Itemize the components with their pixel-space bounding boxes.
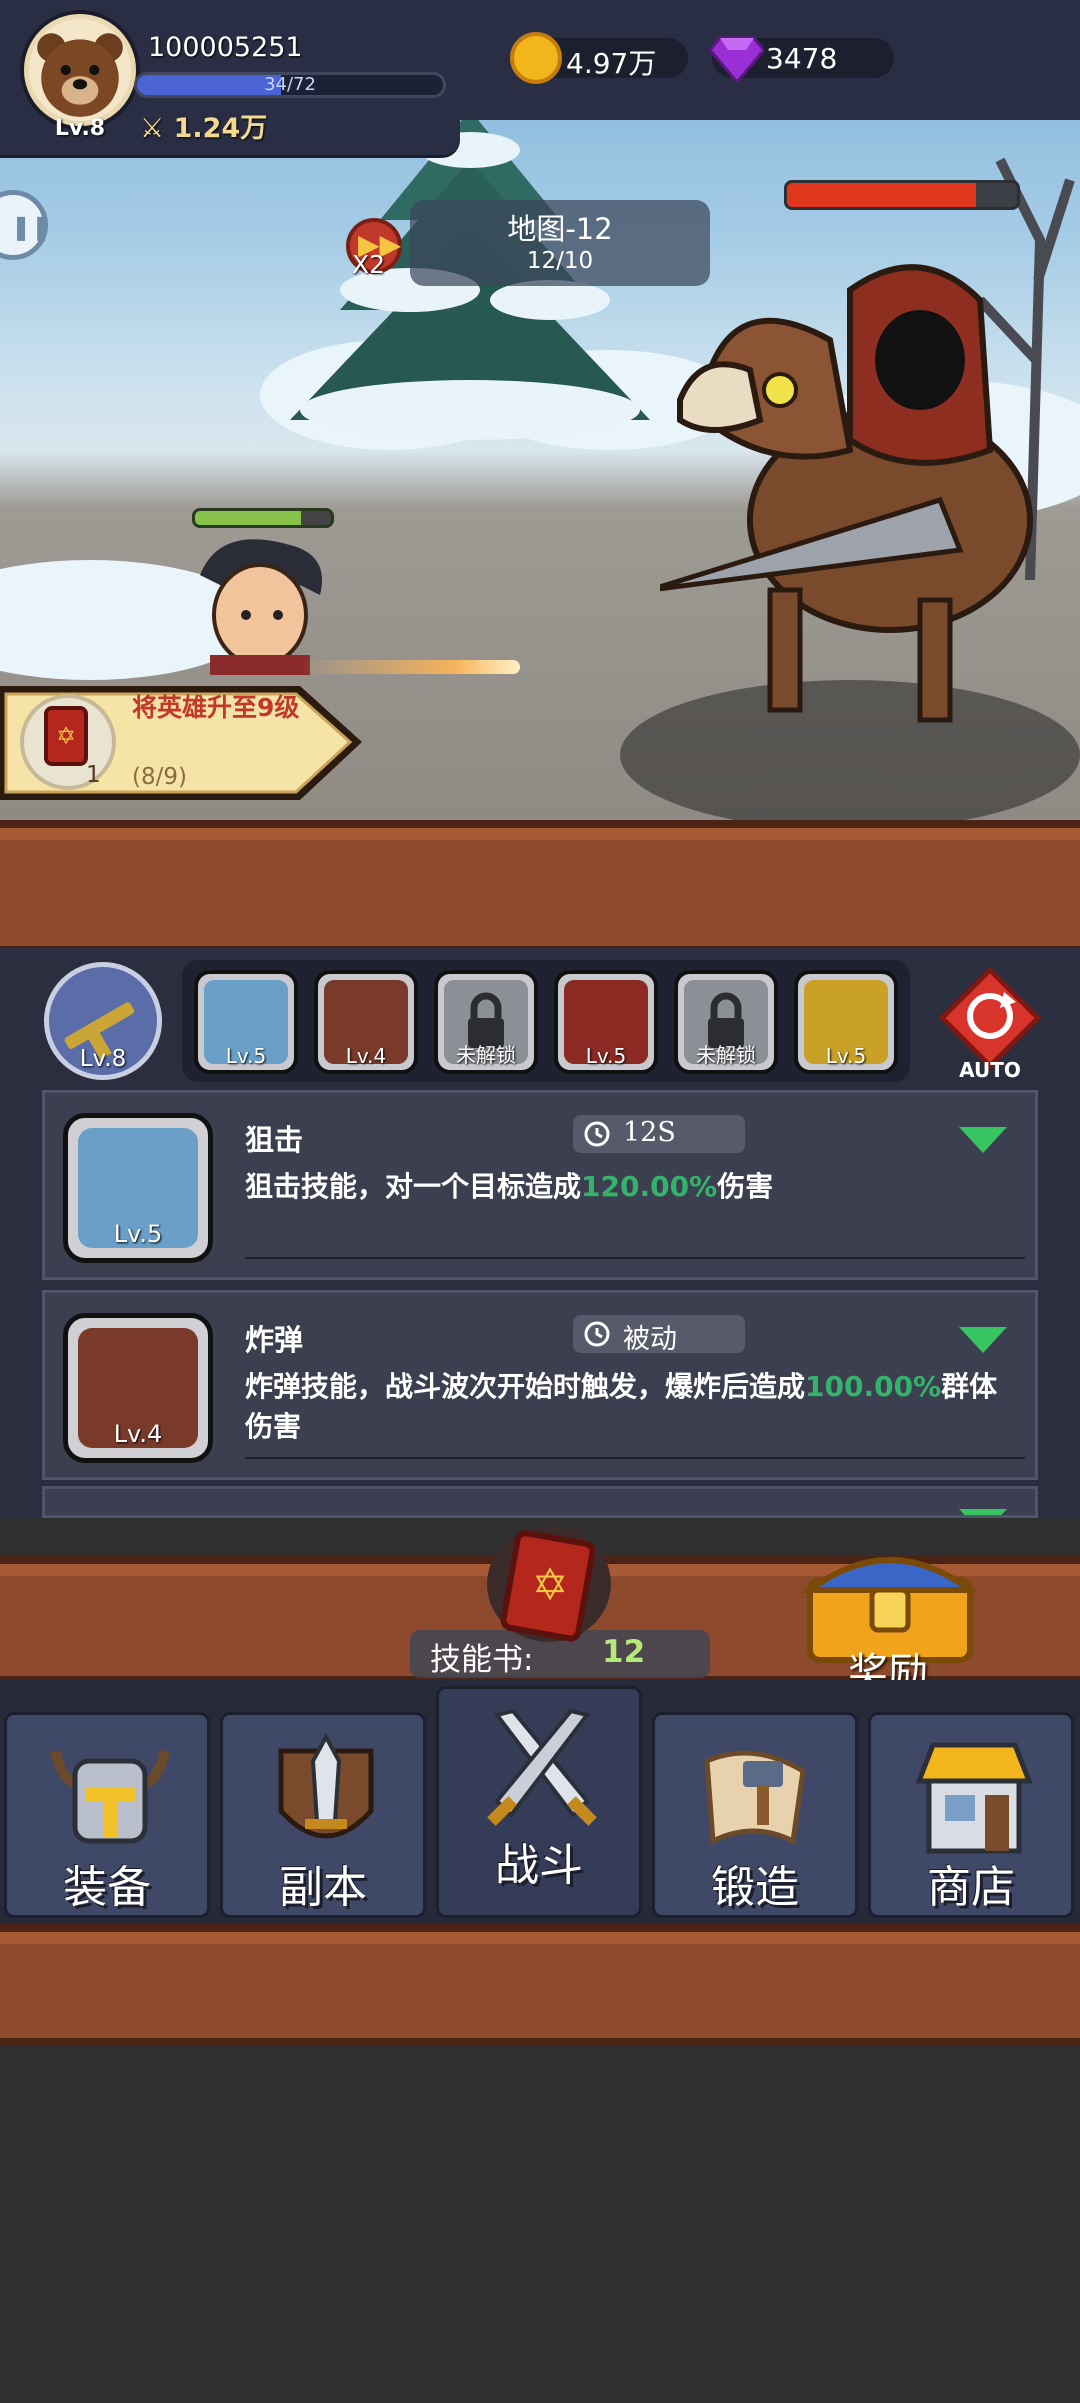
skill-level: Lv.4 <box>113 1420 163 1448</box>
quest-reward-count: 1 <box>86 762 101 788</box>
wood-divider <box>0 1924 1080 2046</box>
skill-card[interactable] <box>42 1486 1038 1518</box>
skill-icon: Lv.5 <box>63 1113 213 1263</box>
nav-label: 商店 <box>927 1862 1015 1913</box>
shop-icon <box>909 1731 1039 1861</box>
skill-cooldown-text: 被动 <box>623 1324 677 1355</box>
xp-bar: 34/72 <box>134 72 446 98</box>
sword-shield-icon <box>261 1731 391 1861</box>
boss-hp-bar <box>784 180 1020 210</box>
speed-label: X2 <box>352 250 386 279</box>
chevron-down-icon[interactable] <box>959 1127 1007 1153</box>
gold-value: 4.97万 <box>566 47 657 80</box>
skill-slot[interactable]: Lv.5 <box>554 970 658 1074</box>
skill-description: 狙击技能，对一个目标造成120.00%伤害 <box>245 1167 1015 1207</box>
skill-slot[interactable]: 未解锁 <box>674 970 778 1074</box>
xp-text: 34/72 <box>264 74 316 95</box>
nav-item[interactable]: 装备 <box>4 1712 210 1918</box>
skill-desc-text: 狙击技能，对一个目标造成 <box>245 1170 582 1203</box>
helmet-icon <box>45 1731 175 1861</box>
chevron-down-icon <box>959 1509 1007 1515</box>
combat-power-value: 1.24万 <box>173 113 268 144</box>
nav-item[interactable]: 商店 <box>868 1712 1074 1918</box>
player-level: Lv.8 <box>54 116 106 141</box>
svg-text:✡: ✡ <box>532 1560 569 1611</box>
divider <box>245 1457 1025 1459</box>
skill-book-icon[interactable]: ✡ <box>484 1524 614 1644</box>
hero-hp-fill <box>195 511 302 525</box>
nav-label: 副本 <box>279 1862 367 1913</box>
nav-item[interactable]: 副本 <box>220 1712 426 1918</box>
skill-card[interactable]: Lv.4 炸弹 被动炸弹技能，战斗波次开始时触发，爆炸后造成100.00%群体伤害 <box>42 1290 1038 1480</box>
skill-desc-value: 120.00% <box>581 1170 718 1203</box>
skill-name: 狙击 <box>245 1123 304 1157</box>
quest-text: 将英雄升至9级 <box>132 693 300 722</box>
chevron-down-icon[interactable] <box>959 1327 1007 1353</box>
skill-desc-text: 炸弹技能，战斗波次开始时触发，爆炸后造成 <box>245 1370 806 1403</box>
nav-item[interactable]: 战斗 <box>436 1686 642 1918</box>
bullet-trail <box>300 660 520 674</box>
skill-cooldown: 被动 <box>573 1315 745 1355</box>
map-info: 地图-12 12/10 <box>410 200 710 286</box>
svg-text:✡: ✡ <box>56 722 76 750</box>
combat-power: ⚔ 1.24万 <box>140 106 267 145</box>
clock-icon <box>584 1121 610 1147</box>
skill-slot-label: 未解锁 <box>456 1043 516 1067</box>
scroll-hammer-icon <box>693 1731 823 1861</box>
skill-slot[interactable]: Lv.5 <box>794 970 898 1074</box>
skill-slot-label: Lv.5 <box>825 1044 867 1068</box>
nav-label: 锻造 <box>711 1862 799 1913</box>
wood-divider <box>0 820 1080 954</box>
gold-counter[interactable]: 4.97万 <box>510 32 688 84</box>
crossed-swords-icon <box>477 1705 607 1835</box>
nav-label: 装备 <box>63 1862 151 1913</box>
hero-character <box>200 539 322 675</box>
map-title: 地图-12 <box>507 212 613 246</box>
player-avatar[interactable] <box>24 14 136 126</box>
skill-cooldown-text: 12S <box>623 1117 676 1148</box>
empty-area <box>0 2048 1080 2403</box>
skill-slot-label: Lv.5 <box>585 1044 627 1068</box>
weapon-level: Lv.8 <box>79 1046 127 1072</box>
gem-counter[interactable]: 3478 <box>710 36 894 82</box>
gold-coin-icon <box>510 32 562 84</box>
skill-slot[interactable]: Lv.4 <box>314 970 418 1074</box>
skill-description: 炸弹技能，战斗波次开始时触发，爆炸后造成100.00%群体伤害 <box>245 1367 1015 1447</box>
skill-desc-value: 100.00% <box>805 1370 942 1403</box>
crossed-swords-icon: ⚔ <box>140 113 165 144</box>
skill-cooldown: 12S <box>573 1115 745 1153</box>
auto-skill-button[interactable] <box>938 966 1042 1070</box>
auto-label: AUTO <box>959 1058 1021 1082</box>
skill-slot[interactable]: Lv.5 <box>194 970 298 1074</box>
player-id: 100005251 <box>148 32 303 63</box>
skill-icon: Lv.4 <box>63 1313 213 1463</box>
skill-desc-text: 伤害 <box>717 1170 774 1203</box>
hero-hp-bar <box>192 508 334 528</box>
gem-value: 3478 <box>766 42 838 75</box>
enemy-horse-rider <box>660 264 1033 723</box>
quest-progress: (8/9) <box>132 764 187 790</box>
nav-label: 战斗 <box>495 1840 583 1891</box>
clock-icon <box>584 1321 610 1347</box>
bear-avatar-icon <box>37 33 123 117</box>
skill-slot-label: Lv.4 <box>345 1044 387 1068</box>
map-progress: 12/10 <box>526 248 594 274</box>
nav-item[interactable]: 锻造 <box>652 1712 858 1918</box>
skill-card[interactable]: Lv.5 狙击 12S 狙击技能，对一个目标造成120.00%伤害 <box>42 1090 1038 1280</box>
boss-hp-fill <box>787 183 976 207</box>
skill-level: Lv.5 <box>113 1220 163 1248</box>
refresh-icon <box>938 966 1042 1070</box>
pause-icon: ❚❚ <box>11 213 52 241</box>
skill-slot[interactable]: 未解锁 <box>434 970 538 1074</box>
purple-gem-icon <box>710 36 764 82</box>
skill-slot-label: 未解锁 <box>696 1043 756 1067</box>
divider <box>245 1257 1025 1259</box>
skill-name: 炸弹 <box>245 1323 304 1357</box>
skill-slot-label: Lv.5 <box>225 1044 267 1068</box>
